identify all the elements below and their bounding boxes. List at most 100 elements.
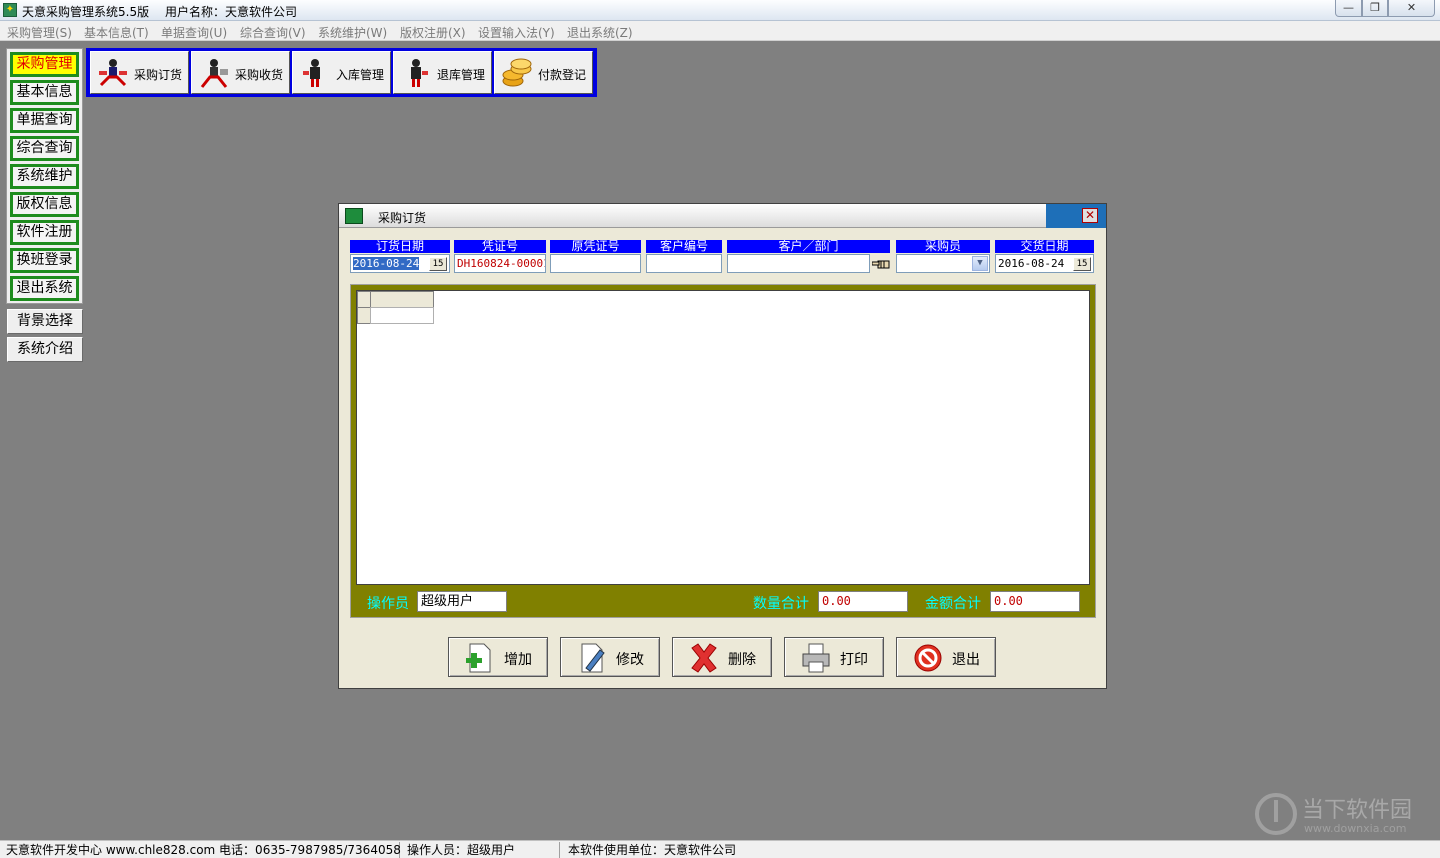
detail-grid-frame: 操作员 超级用户 数量合计 0.00 金额合计 0.00	[350, 284, 1096, 618]
payment-register-label: 付款登记	[538, 68, 587, 82]
purchase-receive-button[interactable]: 采购收货	[191, 51, 290, 94]
status-operator: 操作人员：超级用户	[403, 842, 560, 858]
pointing-hand-icon[interactable]	[872, 258, 890, 271]
window-title: 天意采购管理系统5.5版	[22, 5, 150, 19]
purchase-order-button[interactable]: 采购订货	[90, 51, 189, 94]
amount-total-label: 金额合计	[925, 596, 981, 612]
add-label: 增加	[504, 652, 532, 668]
customer-code-header: 客户编号	[646, 240, 722, 253]
purchase-order-dialog: 采购订货 ✕ 订货日期 凭证号 原凭证号 客户编号 客户／部门 采购员 交货日期…	[338, 203, 1107, 689]
menu-general-query[interactable]: 综合查询(V)	[240, 24, 306, 41]
menu-copyright[interactable]: 版权注册(X)	[400, 24, 466, 41]
sidebar-item-bill-query[interactable]: 单据查询	[10, 108, 79, 133]
grid-cell[interactable]	[370, 307, 434, 324]
menu-exit[interactable]: 退出系统(Z)	[567, 24, 633, 41]
minimize-button[interactable]: —	[1335, 0, 1362, 17]
stock-return-button[interactable]: 退库管理	[393, 51, 492, 94]
order-date-header: 订货日期	[350, 240, 450, 253]
sidebar-item-exit-system[interactable]: 退出系统	[10, 276, 79, 301]
sidebar-item-basic-info[interactable]: 基本信息	[10, 80, 79, 105]
delete-label: 删除	[728, 652, 756, 668]
menu-input-method[interactable]: 设置输入法(Y)	[478, 24, 555, 41]
detail-grid[interactable]	[356, 290, 1090, 585]
purchase-order-label: 采购订货	[134, 68, 183, 82]
edit-button[interactable]: 修改	[560, 637, 660, 677]
delivery-date-picker-button[interactable]: 15	[1073, 257, 1091, 271]
buyer-dropdown-icon[interactable]: ▼	[972, 256, 988, 271]
watermark-logo-icon	[1255, 793, 1297, 835]
customer-code-field[interactable]	[646, 254, 722, 273]
title-bar: ✦ 天意采购管理系统5.5版 用户名称：天意软件公司 — ❐ ✕	[0, 0, 1440, 21]
orig-voucher-field[interactable]	[550, 254, 641, 273]
grid-corner-cell	[357, 291, 371, 308]
person-store-icon	[303, 59, 320, 87]
module-toolbar: 采购订货 采购收货 入库管理 退库管理 付款登记	[86, 48, 597, 97]
person-handshake-icon	[99, 59, 127, 87]
menu-basic-info[interactable]: 基本信息(T)	[84, 24, 149, 41]
order-date-field[interactable]: 2016-08-24 15	[350, 254, 450, 273]
background-select-button[interactable]: 背景选择	[7, 309, 83, 334]
qty-total-field[interactable]: 0.00	[818, 591, 908, 612]
stock-in-label: 入库管理	[336, 68, 385, 82]
exit-button[interactable]: 退出	[896, 637, 996, 677]
dialog-app-icon	[345, 208, 363, 224]
voucher-no-header: 凭证号	[454, 240, 546, 253]
status-licensee: 本软件使用单位：天意软件公司	[568, 843, 737, 857]
menu-system-maintenance[interactable]: 系统维护(W)	[318, 24, 387, 41]
amount-total-field[interactable]: 0.00	[990, 591, 1080, 612]
edit-document-icon	[581, 643, 605, 673]
voucher-no-field[interactable]: DH160824-00001	[454, 254, 546, 273]
stock-return-label: 退库管理	[437, 68, 486, 82]
sidebar-item-software-register[interactable]: 软件注册	[10, 220, 79, 245]
sidebar-item-purchase[interactable]: 采购管理	[10, 52, 79, 77]
close-window-button[interactable]: ✕	[1388, 0, 1435, 17]
qty-total-label: 数量合计	[753, 596, 809, 612]
watermark-text: 当下软件园	[1302, 798, 1413, 823]
grid-column-header[interactable]	[370, 291, 434, 308]
dialog-title: 采购订货	[378, 211, 427, 225]
status-bar: 天意软件开发中心 www.chle828.com 电话：0635-7987985…	[0, 840, 1440, 858]
sidebar-item-copyright-info[interactable]: 版权信息	[10, 192, 79, 217]
menu-purchase[interactable]: 采购管理(S)	[7, 24, 72, 41]
dialog-close-area: ✕	[1046, 204, 1106, 228]
delete-x-icon	[691, 643, 717, 673]
sidebar-item-shift-login[interactable]: 换班登录	[10, 248, 79, 273]
delete-button[interactable]: 删除	[672, 637, 772, 677]
edit-label: 修改	[616, 652, 644, 668]
purchase-receive-label: 采购收货	[235, 68, 284, 82]
order-date-picker-button[interactable]: 15	[429, 257, 447, 271]
print-button[interactable]: 打印	[784, 637, 884, 677]
printer-icon	[802, 643, 830, 673]
delivery-date-header: 交货日期	[995, 240, 1094, 253]
coins-icon	[502, 58, 532, 87]
person-return-icon	[411, 59, 428, 87]
stop-icon	[914, 644, 942, 672]
buyer-select[interactable]: ▼	[896, 254, 990, 273]
sidebar: 采购管理 基本信息 单据查询 综合查询 系统维护 版权信息 软件注册 换班登录 …	[6, 48, 83, 304]
menu-bill-query[interactable]: 单据查询(U)	[161, 24, 227, 41]
print-label: 打印	[840, 652, 868, 668]
sidebar-item-general-query[interactable]: 综合查询	[10, 136, 79, 161]
menu-bar: 采购管理(S) 基本信息(T) 单据查询(U) 综合查询(V) 系统维护(W) …	[0, 21, 1440, 41]
add-document-icon	[466, 643, 491, 673]
app-icon: ✦	[3, 3, 17, 17]
customer-dept-header: 客户／部门	[727, 240, 890, 253]
stock-in-button[interactable]: 入库管理	[292, 51, 391, 94]
dialog-close-button[interactable]: ✕	[1082, 208, 1098, 223]
sidebar-item-system-maintenance[interactable]: 系统维护	[10, 164, 79, 189]
customer-dept-field[interactable]	[727, 254, 870, 273]
person-receive-icon	[200, 59, 228, 88]
buyer-header: 采购员	[896, 240, 990, 253]
operator-field[interactable]: 超级用户	[417, 591, 507, 612]
restore-button[interactable]: ❐	[1362, 0, 1388, 17]
operator-label: 操作员	[367, 596, 409, 612]
delivery-date-field[interactable]: 2016-08-24 15	[995, 254, 1094, 273]
dialog-title-bar: 采购订货 ✕	[339, 204, 1106, 228]
system-intro-button[interactable]: 系统介绍	[7, 337, 83, 362]
status-company: 天意软件开发中心 www.chle828.com 电话：0635-7987985…	[2, 842, 401, 858]
add-button[interactable]: 增加	[448, 637, 548, 677]
order-date-value: 2016-08-24	[353, 257, 420, 270]
payment-register-button[interactable]: 付款登记	[494, 51, 593, 94]
window-user: 用户名称：天意软件公司	[165, 5, 298, 19]
grid-row-header[interactable]	[357, 307, 371, 324]
